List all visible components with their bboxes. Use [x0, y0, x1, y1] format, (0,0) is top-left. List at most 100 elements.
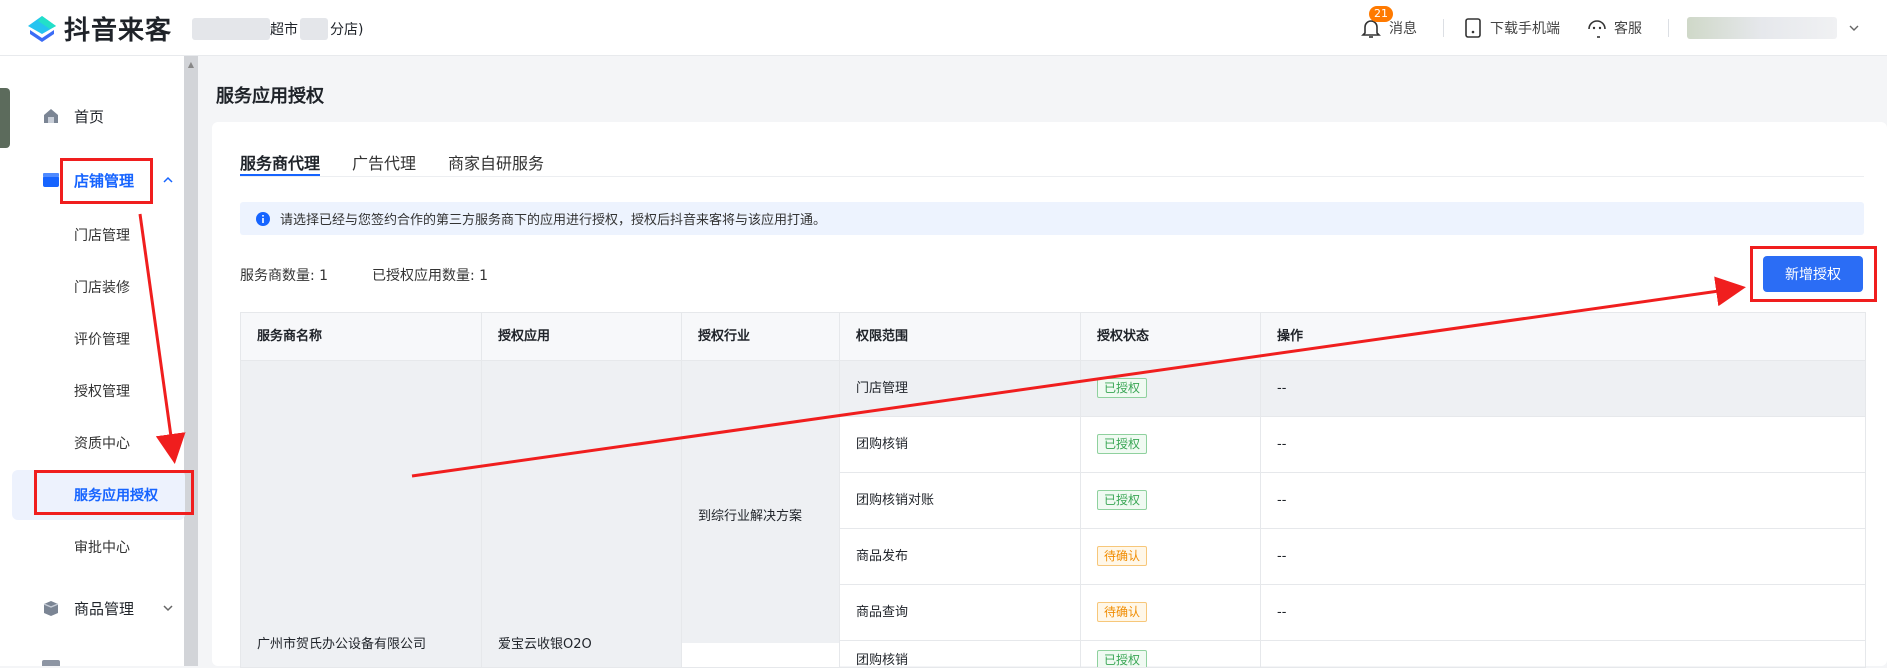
- column-header-provider: 服务商名称: [241, 313, 482, 361]
- status-cell: 已授权: [1081, 417, 1261, 472]
- tab-merchant-self-developed[interactable]: 商家自研服务: [448, 150, 544, 174]
- redacted-block: [192, 18, 270, 40]
- column-header-scope: 权限范围: [840, 313, 1081, 361]
- status-badge: 已授权: [1097, 650, 1148, 667]
- download-app-button[interactable]: 下载手机端: [1462, 17, 1560, 39]
- app-cell: 爱宝云收银O2O: [482, 361, 682, 667]
- notification-badge: 21: [1369, 5, 1393, 22]
- top-right-actions: 21 消息 下载手机端 客服: [1359, 0, 1887, 55]
- scroll-up-arrow-icon[interactable]: ▲: [186, 60, 196, 69]
- table-row: 团购核销对账 已授权 --: [840, 473, 1865, 529]
- scope-cell: 商品发布: [840, 529, 1081, 584]
- phone-icon: [1465, 17, 1481, 38]
- action-cell: --: [1277, 549, 1287, 564]
- scope-cell: 团购核销: [840, 641, 1081, 667]
- column-header-industry: 授权行业: [682, 313, 840, 361]
- active-tab-indicator: [240, 174, 320, 176]
- status-badge: 已授权: [1097, 434, 1148, 454]
- provider-cell: 广州市贺氏办公设备有限公司: [241, 361, 482, 667]
- sidebar-subitem-approval[interactable]: 审批中心: [74, 537, 130, 557]
- status-badge: 待确认: [1097, 602, 1148, 622]
- product-icon: [43, 601, 59, 616]
- industry-cell: 到综行业解决方案: [682, 361, 840, 643]
- tabs-divider: [240, 176, 1864, 177]
- sidebar-scrollbar[interactable]: [184, 56, 198, 666]
- divider: [1443, 18, 1444, 37]
- chevron-down-icon[interactable]: [1847, 21, 1861, 35]
- tab-ad-agent[interactable]: 广告代理: [352, 150, 416, 174]
- sidebar-subitem-qualification[interactable]: 资质中心: [74, 433, 130, 453]
- scope-cell: 团购核销对账: [840, 473, 1081, 528]
- logo-icon: [28, 15, 56, 42]
- authorization-table: 服务商名称 授权应用 授权行业 权限范围 授权状态 操作 广州市贺氏办公设备有限…: [240, 312, 1866, 668]
- store-name-part-1: 超市: [270, 22, 298, 38]
- store-name-part-2: 分店): [330, 22, 364, 38]
- info-notice: 请选择已经与您签约合作的第三方服务商下的应用进行授权，授权后抖音来客将与该应用打…: [240, 202, 1864, 235]
- action-cell: --: [1277, 605, 1287, 620]
- sidebar-subitem-store[interactable]: 门店管理: [74, 225, 130, 245]
- industry-cell-next: [682, 643, 840, 667]
- column-header-app: 授权应用: [482, 313, 682, 361]
- sidebar-item-home[interactable]: 首页: [0, 90, 185, 142]
- status-cell: 已授权: [1081, 473, 1261, 528]
- action-cell: [1261, 641, 1865, 667]
- annotation-box-service-app-auth: [34, 470, 194, 515]
- chevron-down-icon: [163, 605, 173, 612]
- provider-count: 服务商数量: 1: [240, 268, 329, 284]
- annotation-box-add-button: [1750, 246, 1877, 302]
- sidebar-item-label: 首页: [74, 107, 105, 126]
- info-icon: [256, 211, 270, 226]
- headset-icon: [1588, 19, 1606, 38]
- scope-cell: 门店管理: [840, 361, 1081, 416]
- table-row: 商品查询 待确认 --: [840, 585, 1865, 641]
- logo-text: 抖音来客: [64, 16, 173, 46]
- app-name: 爱宝云收银O2O: [498, 637, 592, 652]
- sidebar-item-product-management[interactable]: 商品管理: [0, 582, 185, 634]
- sidebar-subitem-authorization[interactable]: 授权管理: [74, 381, 130, 401]
- sidebar-subitem-decoration[interactable]: 门店装修: [74, 277, 130, 297]
- divider: [1668, 18, 1669, 37]
- status-badge: 待确认: [1097, 546, 1148, 566]
- status-cell: 已授权: [1081, 641, 1261, 667]
- table-row: 团购核销 已授权: [840, 641, 1865, 667]
- messages-label: 消息: [1389, 20, 1417, 37]
- notice-text: 请选择已经与您签约合作的第三方服务商下的应用进行授权，授权后抖音来客将与该应用打…: [280, 213, 827, 228]
- scope-cell: 商品查询: [840, 585, 1081, 640]
- status-badge: 已授权: [1097, 490, 1148, 510]
- messages-button[interactable]: 21 消息: [1359, 5, 1417, 40]
- status-cell: 已授权: [1081, 361, 1261, 416]
- service-label: 客服: [1614, 20, 1642, 37]
- sidebar-next-icon: [42, 660, 60, 666]
- action-cell: --: [1277, 381, 1287, 396]
- chevron-up-icon: [163, 176, 173, 183]
- table-row: 商品发布 待确认 --: [840, 529, 1865, 585]
- table-row: 团购核销 已授权 --: [840, 417, 1865, 473]
- sidebar: [0, 56, 185, 666]
- action-cell: --: [1277, 493, 1287, 508]
- sidebar-subitem-reviews[interactable]: 评价管理: [74, 329, 130, 349]
- provider-name: 广州市贺氏办公设备有限公司: [257, 637, 427, 652]
- download-label: 下载手机端: [1490, 20, 1560, 37]
- tab-service-provider-agent[interactable]: 服务商代理: [240, 150, 320, 174]
- top-bar: 抖音来客 超市 分店) 21 消息 下载手机端 客服: [0, 0, 1887, 56]
- store-name[interactable]: 超市 分店): [192, 18, 363, 40]
- customer-service-button[interactable]: 客服: [1586, 17, 1642, 39]
- store-icon: [43, 173, 59, 187]
- sidebar-item-label: 商品管理: [74, 599, 135, 618]
- table-row: 门店管理 已授权 --: [840, 361, 1865, 417]
- status-cell: 待确认: [1081, 529, 1261, 584]
- column-header-action: 操作: [1261, 313, 1865, 361]
- scope-cell: 团购核销: [840, 417, 1081, 472]
- status-cell: 待确认: [1081, 585, 1261, 640]
- home-icon: [44, 109, 58, 123]
- logo[interactable]: 抖音来客: [24, 10, 172, 47]
- page-title: 服务应用授权: [216, 86, 324, 107]
- industry-name: 到综行业解决方案: [698, 509, 803, 524]
- status-badge: 已授权: [1097, 378, 1148, 398]
- column-header-status: 授权状态: [1081, 313, 1261, 361]
- annotation-box-store-management: [60, 158, 153, 204]
- account-avatar[interactable]: [1687, 16, 1837, 39]
- redacted-block: [300, 18, 328, 40]
- action-cell: --: [1277, 437, 1287, 452]
- authorized-app-count: 已授权应用数量: 1: [372, 268, 489, 284]
